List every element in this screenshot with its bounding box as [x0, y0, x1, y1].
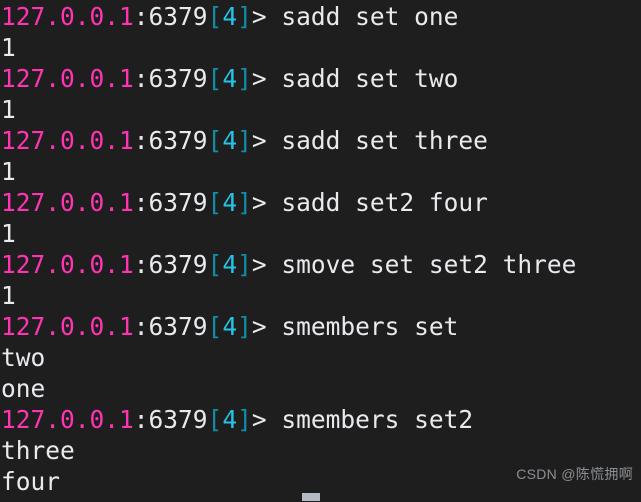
terminal-prompt-line: 127.0.0.1:6379[4]> smove set set2 three: [1, 249, 641, 280]
prompt-arrow: >: [251, 250, 282, 279]
terminal-command: sadd set2 four: [281, 188, 488, 217]
prompt-db-index: 4: [222, 405, 238, 434]
prompt-bracket-close: ]: [237, 2, 252, 31]
prompt-host: 127.0.0.1: [1, 405, 134, 434]
terminal-prompt-line: 127.0.0.1:6379[4]> smembers set2: [1, 404, 641, 435]
terminal-command: sadd set two: [281, 64, 459, 93]
prompt-db-index: 4: [222, 64, 238, 93]
terminal-output-line: 1: [1, 218, 641, 249]
prompt-arrow: >: [251, 64, 282, 93]
terminal-output-text: 1: [1, 157, 16, 186]
terminal-prompt-line: 127.0.0.1:6379[4]> sadd set one: [1, 1, 641, 32]
terminal-output-line: 1: [1, 156, 641, 187]
prompt-host: 127.0.0.1: [1, 250, 134, 279]
prompt-host: 127.0.0.1: [1, 2, 134, 31]
prompt-separator: :: [133, 64, 149, 93]
terminal-output-line: 1: [1, 94, 641, 125]
terminal-command: sadd set one: [281, 2, 459, 31]
prompt-bracket-open: [: [207, 250, 223, 279]
prompt-separator: :: [133, 405, 149, 434]
prompt-bracket-open: [: [207, 312, 223, 341]
prompt-db-index: 4: [222, 188, 238, 217]
text-cursor: [302, 493, 320, 501]
terminal-output-text: 1: [1, 33, 16, 62]
prompt-arrow: >: [251, 2, 282, 31]
prompt-bracket-open: [: [207, 2, 223, 31]
terminal-output-line: three: [1, 435, 641, 466]
prompt-arrow: >: [251, 188, 282, 217]
prompt-separator: :: [133, 250, 149, 279]
terminal-prompt-line: 127.0.0.1:6379[4]> sadd set2 four: [1, 187, 641, 218]
prompt-bracket-open: [: [207, 126, 223, 155]
prompt-arrow: >: [251, 405, 282, 434]
prompt-arrow: >: [251, 126, 282, 155]
prompt-port: 6379: [148, 250, 208, 279]
terminal-output-text: 1: [1, 95, 16, 124]
terminal-command: smembers set: [281, 312, 459, 341]
prompt-port: 6379: [148, 126, 208, 155]
prompt-bracket-close: ]: [237, 64, 252, 93]
prompt-db-index: 4: [222, 2, 238, 31]
prompt-port: 6379: [148, 405, 208, 434]
prompt-db-index: 4: [222, 126, 238, 155]
prompt-host: 127.0.0.1: [1, 188, 134, 217]
prompt-bracket-open: [: [207, 188, 223, 217]
prompt-bracket-close: ]: [237, 312, 252, 341]
prompt-bracket-close: ]: [237, 126, 252, 155]
prompt-db-index: 4: [222, 312, 238, 341]
prompt-bracket-open: [: [207, 64, 223, 93]
terminal-output-text: 1: [1, 281, 16, 310]
prompt-bracket-close: ]: [237, 188, 252, 217]
terminal-output-line: one: [1, 373, 641, 404]
terminal-output-line: 1: [1, 280, 641, 311]
terminal-prompt-line: 127.0.0.1:6379[4]> sadd set three: [1, 125, 641, 156]
terminal-output-text: four: [1, 467, 61, 496]
prompt-port: 6379: [148, 2, 208, 31]
prompt-port: 6379: [148, 64, 208, 93]
prompt-bracket-close: ]: [237, 405, 252, 434]
terminal-output-text: one: [1, 374, 46, 403]
prompt-bracket-close: ]: [237, 250, 252, 279]
prompt-host: 127.0.0.1: [1, 126, 134, 155]
terminal-output-text: three: [1, 436, 75, 465]
terminal-command: sadd set three: [281, 126, 488, 155]
prompt-separator: :: [133, 188, 149, 217]
terminal-output-area: 127.0.0.1:6379[4]> sadd set one 1 127.0.0.…: [1, 1, 641, 497]
prompt-host: 127.0.0.1: [1, 64, 134, 93]
terminal-output-line: two: [1, 342, 641, 373]
terminal-output-line: 1: [1, 32, 641, 63]
prompt-port: 6379: [148, 312, 208, 341]
terminal-window[interactable]: 127.0.0.1:6379[4]> sadd set one 1 127.0.0.…: [0, 0, 641, 502]
prompt-separator: :: [133, 2, 149, 31]
prompt-port: 6379: [148, 188, 208, 217]
terminal-command: smembers set2: [281, 405, 474, 434]
prompt-db-index: 4: [222, 250, 238, 279]
terminal-output-text: two: [1, 343, 46, 372]
csdn-watermark: CSDN @陈慌拥啊: [516, 466, 633, 482]
terminal-command: smove set set2 three: [281, 250, 577, 279]
prompt-arrow: >: [251, 312, 282, 341]
prompt-bracket-open: [: [207, 405, 223, 434]
prompt-separator: :: [133, 126, 149, 155]
terminal-output-text: 1: [1, 219, 16, 248]
terminal-prompt-line: 127.0.0.1:6379[4]> smembers set: [1, 311, 641, 342]
prompt-host: 127.0.0.1: [1, 312, 134, 341]
terminal-prompt-line: 127.0.0.1:6379[4]> sadd set two: [1, 63, 641, 94]
prompt-separator: :: [133, 312, 149, 341]
